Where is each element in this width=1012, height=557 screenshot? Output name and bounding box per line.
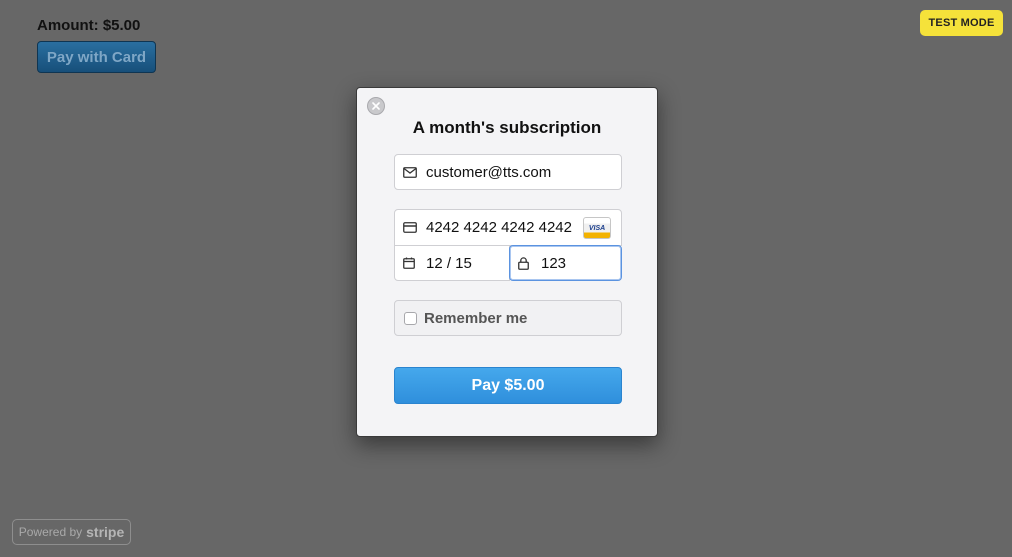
- remember-me-checkbox[interactable]: [404, 311, 417, 325]
- cvc-field[interactable]: 123: [509, 245, 622, 281]
- amount-label: Amount: $5.00: [37, 17, 141, 34]
- modal-title: A month's subscription: [412, 118, 602, 137]
- envelope-icon: [403, 164, 419, 180]
- close-button[interactable]: [367, 97, 385, 115]
- card-brand-label: VISA: [588, 224, 606, 232]
- email-field[interactable]: customer@tts.com: [394, 154, 622, 190]
- checkout-modal: A month's subscription customer@tts.com …: [356, 87, 658, 437]
- powered-by-text: Powered by: [18, 525, 83, 539]
- cvc-value: 123: [541, 254, 567, 272]
- pay-button[interactable]: Pay $5.00: [394, 367, 622, 404]
- test-mode-badge: TEST MODE: [920, 10, 1003, 36]
- expiry-value: 12 / 15: [426, 254, 472, 272]
- email-value: customer@tts.com: [426, 163, 552, 181]
- stripe-logo: stripe: [86, 524, 125, 540]
- visa-card-icon: VISA: [583, 217, 611, 239]
- lock-icon: [518, 255, 534, 271]
- credit-card-icon: [403, 220, 419, 236]
- calendar-icon: [403, 255, 419, 271]
- card-number-value: 4242 4242 4242 4242: [426, 219, 572, 236]
- remember-me-toggle[interactable]: Remember me: [394, 300, 622, 336]
- close-icon: [372, 102, 380, 110]
- card-number-field[interactable]: 4242 4242 4242 4242 VISA: [394, 209, 622, 246]
- pay-with-card-button[interactable]: Pay with Card: [37, 41, 156, 73]
- powered-by-stripe-link[interactable]: Powered by stripe: [12, 519, 131, 545]
- expiry-field[interactable]: 12 / 15: [394, 245, 510, 281]
- remember-me-label: Remember me: [424, 309, 528, 327]
- card-details-group: 4242 4242 4242 4242 VISA 12 / 15 123: [394, 209, 622, 281]
